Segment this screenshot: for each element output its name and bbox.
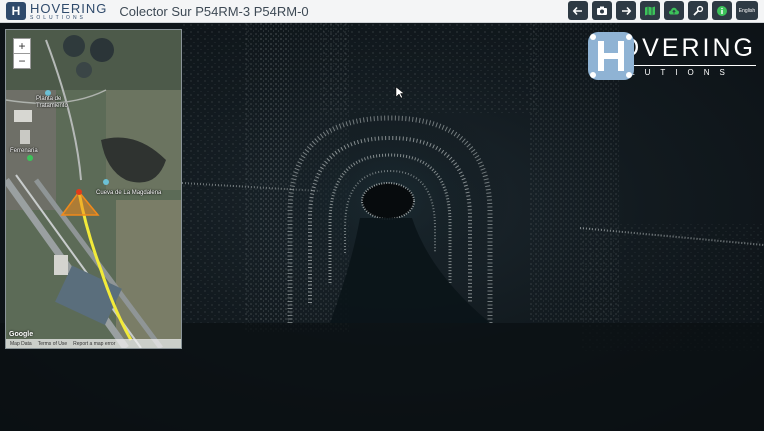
cloud-upload-icon xyxy=(669,7,679,14)
zoom-in-button[interactable]: + xyxy=(13,38,31,54)
settings-button[interactable] xyxy=(688,1,708,20)
watermark-logo: HOVERING SOLUTIONS xyxy=(587,31,756,81)
report-error-link[interactable]: Report a map error xyxy=(73,341,115,347)
brand-mark-icon: H xyxy=(6,2,26,20)
map-footer: Map Data Terms of Use Report a map error xyxy=(6,339,181,348)
hovering-logo-icon xyxy=(587,32,634,80)
map-data-link[interactable]: Map Data xyxy=(10,341,32,347)
google-attribution: Google xyxy=(9,331,34,338)
language-button[interactable]: English xyxy=(736,1,758,20)
map-button[interactable] xyxy=(640,1,660,20)
upload-button[interactable] xyxy=(664,1,684,20)
back-button[interactable] xyxy=(568,1,588,20)
top-bar: H HOVERING SOLUTIONS Colector Sur P54RM-… xyxy=(0,0,764,23)
zoom-out-button[interactable]: − xyxy=(13,53,31,69)
map-label-poi-3: Cueva de La Magdalena xyxy=(96,190,162,196)
terms-link[interactable]: Terms of Use xyxy=(38,341,67,347)
info-button[interactable] xyxy=(712,1,732,20)
page-title: Colector Sur P54RM-3 P54RM-0 xyxy=(119,3,309,19)
map-label-poi-2: Tratamiento xyxy=(36,103,68,109)
map-icon xyxy=(645,6,655,15)
brand-logo: H HOVERING SOLUTIONS xyxy=(6,0,107,22)
map-label-poi-1: Planta de xyxy=(36,96,62,102)
info-icon xyxy=(717,5,727,16)
brand-sub: SOLUTIONS xyxy=(30,14,86,21)
forward-button[interactable] xyxy=(616,1,636,20)
map-label-poi-4: Ferrenaria xyxy=(10,148,38,154)
brand-name: HOVERING xyxy=(30,0,108,16)
arrow-right-icon xyxy=(622,6,632,15)
screenshot-button[interactable] xyxy=(592,1,612,20)
toolbar: English xyxy=(568,1,758,20)
wrench-icon xyxy=(693,5,704,16)
camera-icon xyxy=(597,6,607,15)
minimap[interactable]: + − Planta de Tratamiento Ferrenaria Cue… xyxy=(5,29,182,349)
satellite-map xyxy=(6,30,181,348)
arrow-left-icon xyxy=(572,6,582,15)
